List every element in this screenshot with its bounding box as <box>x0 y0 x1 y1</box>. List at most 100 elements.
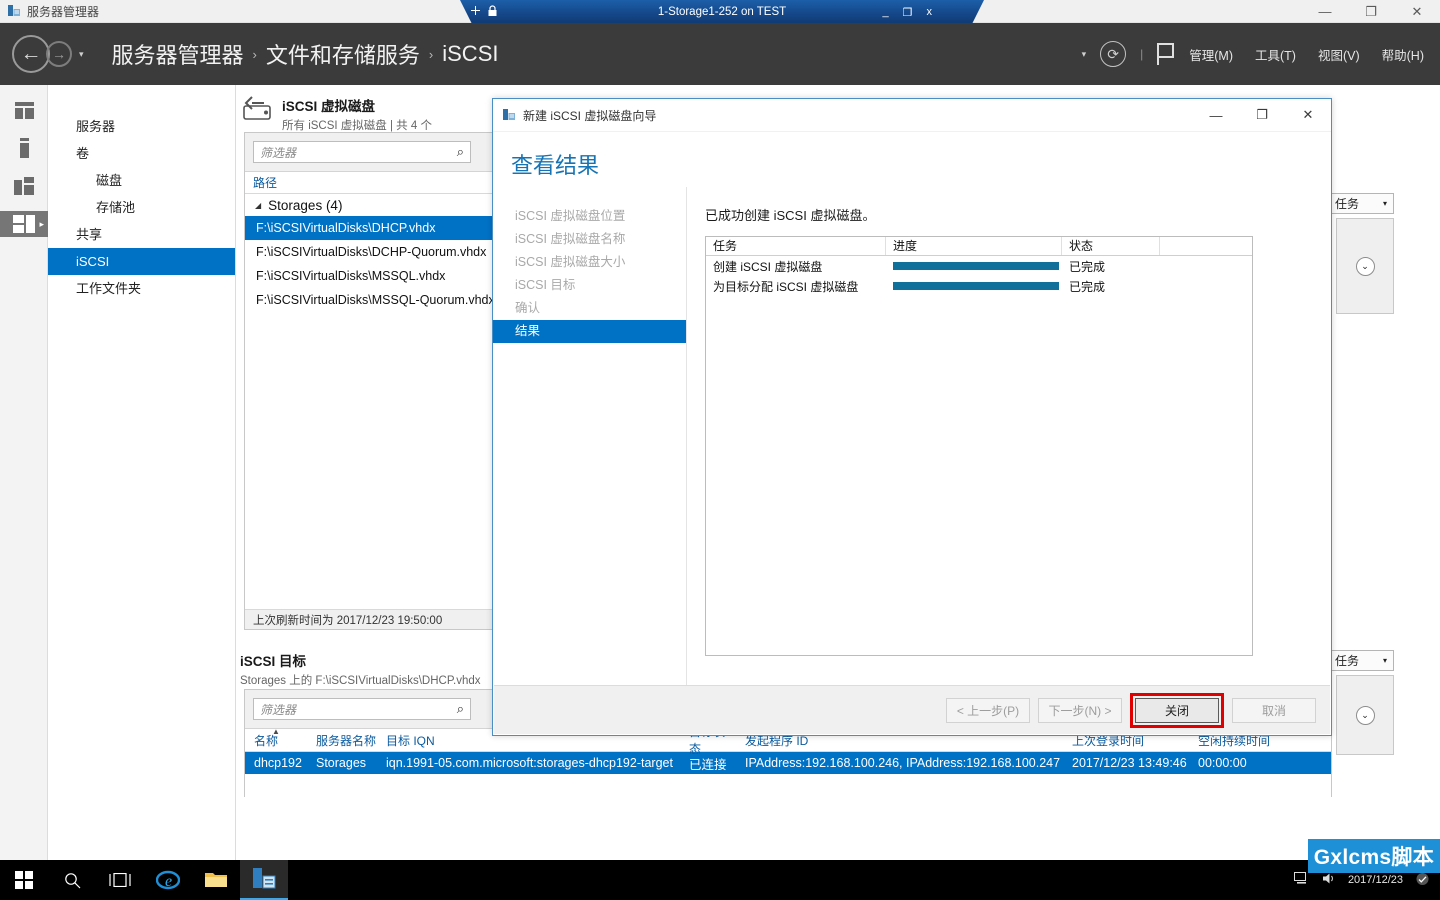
sidebar-item-shares[interactable]: 共享 <box>48 221 235 248</box>
breadcrumb-item-1[interactable]: 文件和存储服务 <box>266 38 420 70</box>
sidebar-item-work-folders[interactable]: 工作文件夹 <box>48 275 235 302</box>
wizard-title: 新建 iSCSI 虚拟磁盘向导 <box>523 108 657 123</box>
nav-history-caret-icon[interactable]: ▾ <box>79 49 84 60</box>
app-minimize-button[interactable]: — <box>1302 0 1348 23</box>
sort-ascending-icon: ▲ <box>272 726 280 736</box>
taskbar-search-icon[interactable] <box>48 860 96 900</box>
sidebar-item-storage-pools[interactable]: 存储池 <box>48 194 235 221</box>
menu-help[interactable]: 帮助(H) <box>1382 45 1424 64</box>
app-close-button[interactable]: ✕ <box>1394 0 1440 23</box>
rail-item-local-server[interactable] <box>0 135 48 161</box>
wizard-minimize-button[interactable]: — <box>1193 99 1239 131</box>
iscsi-virtual-disk-icon <box>242 95 274 121</box>
targets-filter-input[interactable]: 筛选器 ⌕ <box>253 698 471 720</box>
wizard-footer: < 上一步(P) 下一步(N) > 关闭 取消 <box>494 685 1330 734</box>
sidebar-item-servers[interactable]: 服务器 <box>48 113 235 140</box>
server-manager-header: ← → ▾ 服务器管理器 › 文件和存储服务 › iSCSI ▾ ⟳ | 管理(… <box>0 23 1440 85</box>
search-icon[interactable]: ⌕ <box>457 144 464 160</box>
wizard-step-results[interactable]: 结果 <box>493 320 686 343</box>
sidebar-item-volumes[interactable]: 卷 <box>48 140 235 167</box>
vdisks-collapse-box[interactable]: ⌄ <box>1336 218 1394 314</box>
breadcrumb-separator: › <box>428 46 434 62</box>
targets-tasks-label: 任务 <box>1335 654 1360 668</box>
wizard-maximize-button[interactable]: ❐ <box>1239 99 1285 131</box>
vdisks-filter-input[interactable]: 筛选器 ⌕ <box>253 141 471 163</box>
taskbar-server-manager-icon[interactable] <box>240 860 288 900</box>
menu-tools[interactable]: 工具(T) <box>1255 45 1296 64</box>
rail-expand-arrow-icon[interactable]: ▸ <box>39 219 44 230</box>
wizard-step-target[interactable]: iSCSI 目标 <box>493 274 686 297</box>
collapse-triangle-icon[interactable]: ◢ <box>255 201 261 210</box>
file-explorer-icon[interactable] <box>192 860 240 900</box>
menu-manage[interactable]: 管理(M) <box>1189 45 1233 64</box>
cell-name: dhcp192 <box>254 756 302 770</box>
taskbar-clock[interactable]: 2017/12/23 <box>1348 874 1403 887</box>
cell-server: Storages <box>316 756 367 770</box>
column-header-server[interactable]: 服务器名称 <box>307 732 377 749</box>
rail-item-dashboard[interactable] <box>0 97 48 123</box>
targets-tasks-button[interactable]: 任务 ▾ <box>1328 650 1394 671</box>
vm-restore-button[interactable]: ❐ <box>903 6 913 19</box>
vm-connection-bar: 1-Storage1-252 on TEST _ ❐ x <box>460 0 984 24</box>
results-cell-task: 创建 iSCSI 虚拟磁盘 <box>713 259 823 274</box>
wizard-heading: 查看结果 <box>511 153 600 178</box>
results-column-progress: 进度 <box>886 237 1062 255</box>
wizard-close-button[interactable]: ✕ <box>1285 99 1331 131</box>
breadcrumb-item-2[interactable]: iSCSI <box>442 41 498 67</box>
wizard-step-size[interactable]: iSCSI 虚拟磁盘大小 <box>493 251 686 274</box>
sidebar-nav: 服务器 卷 磁盘 存储池 共享 iSCSI 工作文件夹 <box>48 85 236 865</box>
results-cell-task: 为目标分配 iSCSI 虚拟磁盘 <box>713 279 859 294</box>
back-arrow-icon[interactable]: ← <box>12 35 50 73</box>
targets-collapse-box[interactable]: ⌄ <box>1336 675 1394 755</box>
refresh-icon[interactable]: ⟳ <box>1100 41 1127 67</box>
watermark: Gxlcms脚本 <box>1307 839 1440 873</box>
wizard-steps: iSCSI 虚拟磁盘位置 iSCSI 虚拟磁盘名称 iSCSI 虚拟磁盘大小 i… <box>493 187 687 687</box>
breadcrumb-separator: › <box>252 46 257 62</box>
sidebar-item-disks[interactable]: 磁盘 <box>48 167 235 194</box>
table-row[interactable]: dhcp192 Storages iqn.1991-05.com.microso… <box>245 752 1331 774</box>
column-header-name[interactable]: ▲ 名称 <box>245 727 307 749</box>
network-icon[interactable] <box>1293 872 1310 888</box>
sidebar-item-iscsi[interactable]: iSCSI <box>48 248 235 275</box>
progress-bar <box>893 262 1059 270</box>
notifications-caret-icon[interactable]: ▾ <box>1082 49 1087 60</box>
breadcrumb: 服务器管理器 › 文件和存储服务 › iSCSI <box>112 38 499 70</box>
wizard-cancel-button[interactable]: 取消 <box>1232 697 1316 723</box>
wizard-next-button[interactable]: 下一步(N) > <box>1038 697 1122 723</box>
wizard-close-action-button[interactable]: 关闭 <box>1135 697 1219 723</box>
taskbar-date: 2017/12/23 <box>1347 873 1403 886</box>
chevron-down-icon[interactable]: ⌄ <box>1355 705 1375 725</box>
wizard-previous-button[interactable]: < 上一步(P) <box>946 697 1030 723</box>
action-center-icon[interactable] <box>1415 872 1430 889</box>
wizard-body: iSCSI 虚拟磁盘位置 iSCSI 虚拟磁盘名称 iSCSI 虚拟磁盘大小 i… <box>493 187 1331 687</box>
wizard-window-buttons: — ❐ ✕ <box>1193 99 1331 131</box>
volume-icon[interactable] <box>1322 872 1336 888</box>
forward-arrow-icon[interactable]: → <box>46 41 72 67</box>
windows-start-icon[interactable] <box>0 860 48 900</box>
app-title: 服务器管理器 <box>27 4 100 19</box>
vdisks-tasks-button[interactable]: 任务 ▾ <box>1328 193 1394 214</box>
vm-minimize-button[interactable]: _ <box>883 6 889 18</box>
rail-item-all-servers[interactable] <box>0 173 48 199</box>
vdisks-filter-placeholder: 筛选器 <box>260 145 297 160</box>
internet-explorer-icon[interactable]: e <box>144 860 192 900</box>
results-column-status: 状态 <box>1062 237 1160 255</box>
menu-view[interactable]: 视图(V) <box>1318 45 1360 64</box>
rail-item-file-storage-services[interactable]: ▸ <box>0 211 48 237</box>
wizard-icon <box>502 108 516 122</box>
chevron-down-icon: ▾ <box>1382 656 1387 665</box>
chevron-down-icon[interactable]: ⌄ <box>1355 256 1375 276</box>
wizard-step-location[interactable]: iSCSI 虚拟磁盘位置 <box>493 205 686 228</box>
new-iscsi-virtual-disk-wizard: 新建 iSCSI 虚拟磁盘向导 — ❐ ✕ 查看结果 iSCSI 虚拟磁盘位置 … <box>492 98 1332 736</box>
vdisks-subtitle: 所有 iSCSI 虚拟磁盘 | 共 4 个 <box>282 120 432 132</box>
search-icon[interactable]: ⌕ <box>457 701 464 717</box>
task-view-icon[interactable] <box>96 860 144 900</box>
vm-close-button[interactable]: x <box>927 6 933 18</box>
wizard-step-confirmation[interactable]: 确认 <box>493 297 686 320</box>
wizard-step-name[interactable]: iSCSI 虚拟磁盘名称 <box>493 228 686 251</box>
flag-notification-icon[interactable] <box>1157 43 1175 65</box>
app-maximize-button[interactable]: ❐ <box>1348 0 1394 23</box>
wizard-results-table: 任务 进度 状态 创建 iSCSI 虚拟磁盘 已完成 为目标分配 iSCSI 虚… <box>705 236 1253 656</box>
breadcrumb-item-0[interactable]: 服务器管理器 <box>112 38 244 70</box>
results-row: 创建 iSCSI 虚拟磁盘 已完成 <box>706 256 1252 276</box>
